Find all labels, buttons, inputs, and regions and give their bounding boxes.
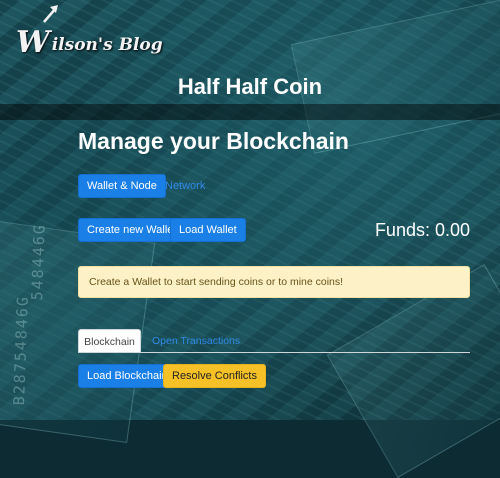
tab-network[interactable]: Network	[156, 174, 214, 198]
navbar-strip	[0, 104, 500, 120]
tabs-divider	[78, 352, 470, 353]
load-blockchain-button[interactable]: Load Blockchain	[78, 364, 177, 388]
logo-text: ilson's Blog	[51, 35, 163, 55]
tab-wallet-node[interactable]: Wallet & Node	[78, 174, 166, 198]
arrow-up-icon	[43, 5, 58, 23]
bill-serial: B28754846G	[10, 294, 32, 406]
load-wallet-button[interactable]: Load Wallet	[170, 218, 246, 242]
site-logo[interactable]: W ilson's Blog	[16, 14, 163, 58]
navbar-title: Half Half Coin	[177, 74, 323, 99]
page-title: Manage your Blockchain	[78, 128, 349, 154]
tab-open-transactions[interactable]: Open Transactions	[152, 329, 240, 353]
info-alert: Create a Wallet to start sending coins o…	[78, 266, 470, 298]
resolve-conflicts-button[interactable]: Resolve Conflicts	[163, 364, 266, 388]
funds-display: Funds: 0.00	[374, 220, 470, 240]
bill-serial: 548446G	[28, 222, 49, 301]
tab-blockchain[interactable]: Blockchain	[78, 329, 141, 353]
logo-initial: W	[16, 25, 50, 60]
